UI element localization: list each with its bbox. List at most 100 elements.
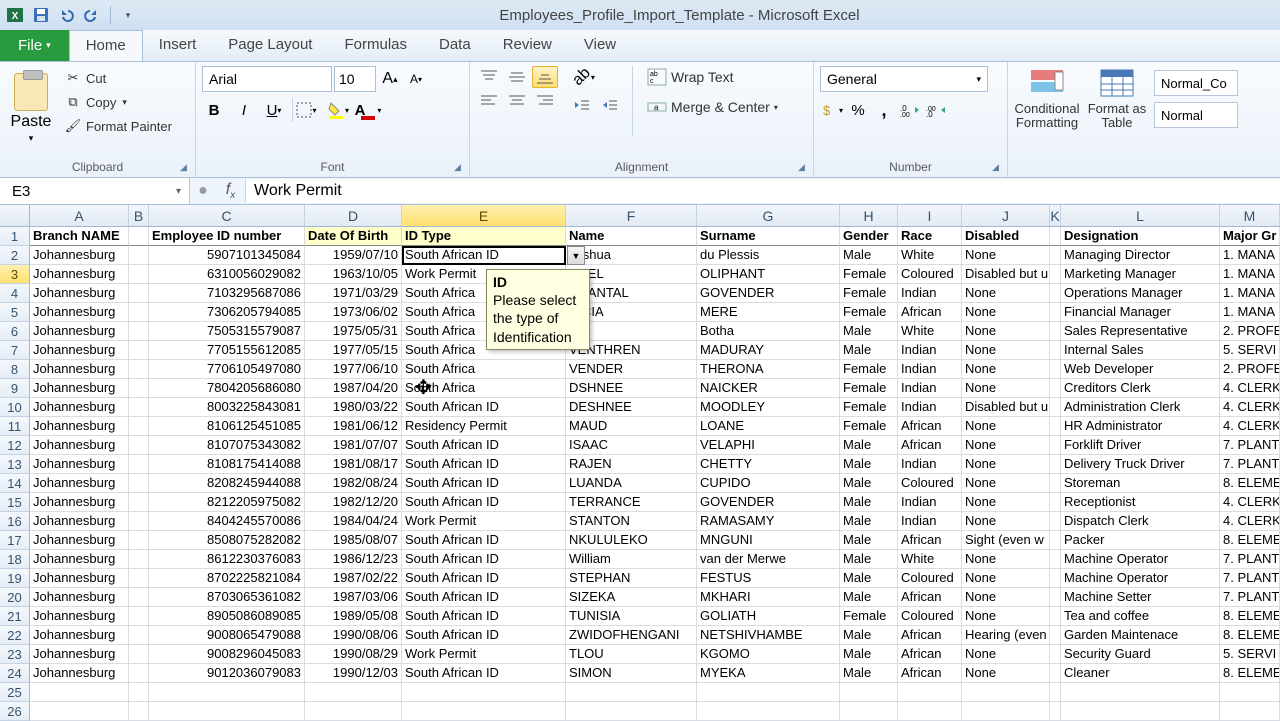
data-cell[interactable]: 4. CLERK — [1220, 379, 1280, 398]
data-cell[interactable]: 4. CLERK — [1220, 417, 1280, 436]
data-cell[interactable]: MOODLEY — [697, 398, 840, 417]
header-cell[interactable]: Disabled — [962, 227, 1050, 246]
data-cell[interactable]: GOVENDER — [697, 493, 840, 512]
data-cell[interactable]: GOVENDER — [697, 284, 840, 303]
tab-insert[interactable]: Insert — [143, 30, 213, 61]
data-cell[interactable]: Female — [840, 360, 898, 379]
header-cell[interactable]: Name — [566, 227, 697, 246]
data-cell[interactable]: FESTUS — [697, 569, 840, 588]
row-header[interactable]: 16 — [0, 512, 30, 531]
row-header[interactable]: 1 — [0, 227, 30, 246]
data-cell[interactable] — [129, 436, 149, 455]
data-cell[interactable]: Indian — [898, 379, 962, 398]
column-header[interactable]: I — [898, 205, 962, 226]
data-cell[interactable]: Johannesburg — [30, 436, 129, 455]
data-cell[interactable]: LOANE — [697, 417, 840, 436]
font-color-button[interactable]: A▾ — [356, 98, 380, 122]
header-cell[interactable]: Branch NAME — [30, 227, 129, 246]
data-cell[interactable]: Coloured — [898, 265, 962, 284]
data-cell[interactable] — [962, 683, 1050, 702]
data-cell[interactable]: African — [898, 417, 962, 436]
data-cell[interactable]: 1. MANA — [1220, 265, 1280, 284]
data-cell[interactable]: Indian — [898, 341, 962, 360]
data-cell[interactable] — [129, 683, 149, 702]
data-cell[interactable]: 1980/03/22 — [305, 398, 402, 417]
row-header[interactable]: 24 — [0, 664, 30, 683]
data-cell[interactable]: South African ID — [402, 626, 566, 645]
column-header[interactable]: H — [840, 205, 898, 226]
data-cell[interactable] — [402, 683, 566, 702]
data-cell[interactable]: NETSHIVHAMBE — [697, 626, 840, 645]
accounting-format-icon[interactable]: $▾ — [820, 98, 844, 122]
data-cell[interactable] — [129, 531, 149, 550]
data-cell[interactable]: CUPIDO — [697, 474, 840, 493]
data-cell[interactable]: 7. PLANT — [1220, 569, 1280, 588]
data-cell[interactable]: Garden Maintenace — [1061, 626, 1220, 645]
align-bottom-icon[interactable] — [532, 66, 558, 88]
data-cell[interactable] — [129, 360, 149, 379]
excel-icon[interactable]: X — [4, 4, 26, 26]
data-cell[interactable] — [1050, 550, 1061, 569]
data-cell[interactable]: 8702225821084 — [149, 569, 305, 588]
data-cell[interactable]: LUANDA — [566, 474, 697, 493]
data-cell[interactable]: Sight (even w — [962, 531, 1050, 550]
fill-color-button[interactable]: ▾ — [326, 98, 350, 122]
data-cell[interactable] — [1050, 512, 1061, 531]
row-header[interactable]: 8 — [0, 360, 30, 379]
data-cell[interactable]: None — [962, 360, 1050, 379]
data-cell[interactable]: Johannesburg — [30, 664, 129, 683]
font-size-combo[interactable] — [334, 66, 376, 92]
data-cell[interactable] — [1050, 664, 1061, 683]
data-cell[interactable]: Internal Sales — [1061, 341, 1220, 360]
data-cell[interactable]: Disabled but u — [962, 398, 1050, 417]
data-cell[interactable] — [129, 702, 149, 721]
data-cell[interactable]: 8. ELEME — [1220, 607, 1280, 626]
data-cell[interactable]: None — [962, 246, 1050, 265]
data-cell[interactable]: South African ID — [402, 474, 566, 493]
row-header[interactable]: 7 — [0, 341, 30, 360]
data-cell[interactable] — [129, 588, 149, 607]
data-cell[interactable]: Indian — [898, 360, 962, 379]
data-cell[interactable]: African — [898, 664, 962, 683]
data-cell[interactable]: Johannesburg — [30, 607, 129, 626]
data-cell[interactable] — [129, 550, 149, 569]
data-cell[interactable]: DESHNEE — [566, 398, 697, 417]
data-cell[interactable]: STEPHAN — [566, 569, 697, 588]
column-header[interactable]: K — [1050, 205, 1061, 226]
data-cell[interactable]: SIZEKA — [566, 588, 697, 607]
data-cell[interactable] — [149, 702, 305, 721]
data-cell[interactable]: Male — [840, 246, 898, 265]
data-cell[interactable]: 8. ELEME — [1220, 474, 1280, 493]
row-header[interactable]: 26 — [0, 702, 30, 721]
save-icon[interactable] — [30, 4, 52, 26]
data-cell[interactable] — [1050, 303, 1061, 322]
align-middle-icon[interactable] — [504, 66, 530, 88]
data-cell[interactable] — [1050, 265, 1061, 284]
font-name-combo[interactable] — [202, 66, 332, 92]
data-cell[interactable] — [1050, 398, 1061, 417]
data-cell[interactable]: Machine Operator — [1061, 569, 1220, 588]
data-cell[interactable]: Male — [840, 550, 898, 569]
data-cell[interactable]: NAICKER — [697, 379, 840, 398]
data-cell[interactable]: 8508075282082 — [149, 531, 305, 550]
data-cell[interactable]: THERONA — [697, 360, 840, 379]
header-cell[interactable]: Date Of Birth — [305, 227, 402, 246]
row-header[interactable]: 9 — [0, 379, 30, 398]
data-cell[interactable]: South African ID — [402, 436, 566, 455]
data-cell[interactable]: Johannesburg — [30, 379, 129, 398]
data-cell[interactable]: MYEKA — [697, 664, 840, 683]
data-cell[interactable]: South African ID — [402, 569, 566, 588]
data-cell[interactable]: Male — [840, 474, 898, 493]
data-cell[interactable]: Johannesburg — [30, 303, 129, 322]
data-cell[interactable]: NKULULEKO — [566, 531, 697, 550]
data-cell[interactable]: ZWIDOFHENGANI — [566, 626, 697, 645]
data-cell[interactable]: 8108175414088 — [149, 455, 305, 474]
data-cell[interactable]: GOLIATH — [697, 607, 840, 626]
tab-pagelayout[interactable]: Page Layout — [212, 30, 328, 61]
data-cell[interactable] — [1050, 455, 1061, 474]
data-cell[interactable]: None — [962, 550, 1050, 569]
data-cell[interactable]: South African ID — [402, 398, 566, 417]
data-cell[interactable]: 4. CLERK — [1220, 512, 1280, 531]
data-cell[interactable] — [129, 284, 149, 303]
data-cell[interactable]: Male — [840, 531, 898, 550]
